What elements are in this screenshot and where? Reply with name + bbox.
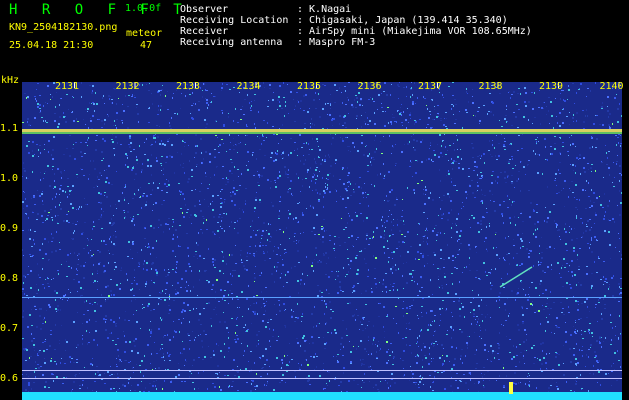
x-tick-label: 2135: [297, 81, 322, 92]
meteor-trail: [499, 266, 533, 288]
x-tick-label: 2137: [418, 81, 443, 92]
x-tick-label: 2134: [236, 81, 261, 92]
location-value: : Chigasaki, Japan (139.414 35.340): [297, 15, 508, 26]
meteor-label: meteor: [126, 28, 163, 39]
y-tick-label: 0.8: [0, 273, 19, 284]
date-time: 25.04.18 21:30: [9, 40, 94, 51]
x-tick-label: 2136: [357, 81, 382, 92]
x-tick-label: 2132: [115, 81, 140, 92]
meteor-count: 47: [140, 40, 153, 51]
x-tick-label: 2139: [539, 81, 564, 92]
antenna-value: : Maspro FM-3: [297, 37, 376, 48]
y-tick-label: 0.9: [0, 223, 19, 234]
app-brand: H R O F F T: [9, 2, 190, 18]
y-axis-unit: kHz: [1, 75, 20, 86]
x-tick-label: 2138: [478, 81, 503, 92]
y-tick-label: 0.6: [0, 373, 19, 384]
app-version: 1.0.0f: [125, 3, 162, 14]
x-tick-label: 2140: [599, 81, 624, 92]
carrier-line: [22, 129, 622, 132]
observer-label: Observer: [180, 4, 229, 15]
receiver-label: Receiver: [180, 26, 229, 37]
header-panel: H R O F F T 1.0.0f KN9_2504182130.png me…: [0, 0, 629, 76]
x-tick-label: 2133: [176, 81, 201, 92]
spectrogram-plot: [22, 82, 622, 400]
y-tick-label: 0.7: [0, 323, 19, 334]
y-tick-label: 1.0: [0, 173, 19, 184]
x-tick-label: 2131: [55, 81, 80, 92]
receiver-value: : AirSpy mini (Miakejima VOR 108.65MHz): [297, 26, 532, 37]
y-tick-label: 1.1: [0, 123, 19, 134]
antenna-label: Receiving antenna: [180, 37, 283, 48]
file-name: KN9_2504182130.png: [9, 22, 118, 33]
location-label: Receiving Location: [180, 15, 289, 26]
spectrogram-canvas: [22, 82, 622, 400]
observer-value: : K.Nagai: [297, 4, 352, 15]
